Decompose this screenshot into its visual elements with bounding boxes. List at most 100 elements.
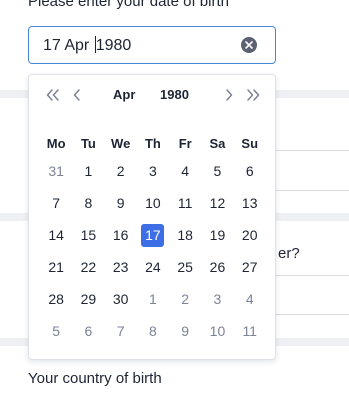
prev-month-button[interactable] [69, 87, 85, 103]
calendar-day-outside-month[interactable]: 31 [40, 155, 72, 187]
calendar-day-number: 26 [209, 259, 226, 275]
calendar-day-number: 28 [48, 291, 64, 307]
calendar-day-number: 21 [48, 259, 64, 275]
calendar-day[interactable]: 7 [40, 187, 72, 219]
obscured-question-text: er? [278, 245, 300, 262]
calendar-day-outside-month[interactable]: 10 [201, 315, 233, 347]
calendar-day-outside-month[interactable]: 7 [105, 315, 137, 347]
calendar-day[interactable]: 20 [234, 219, 266, 251]
calendar-day-number: 30 [112, 291, 129, 307]
calendar-day[interactable]: 4 [169, 155, 201, 187]
calendar-day-number: 25 [177, 259, 193, 275]
clear-input-button[interactable] [241, 37, 257, 53]
calendar-day-number: 1 [84, 163, 93, 179]
calendar-day-number: 11 [242, 323, 257, 339]
calendar-day-number: 12 [209, 195, 226, 211]
calendar-day-outside-month[interactable]: 3 [201, 283, 233, 315]
calendar-day[interactable]: 2 [105, 155, 137, 187]
calendar-day[interactable]: 1 [72, 155, 104, 187]
calendar-day[interactable]: 12 [201, 187, 233, 219]
close-icon [245, 41, 253, 49]
dob-input-value[interactable]: 17 Apr 1980 [43, 36, 131, 55]
calendar-day[interactable]: 27 [234, 251, 266, 283]
calendar-day[interactable]: 15 [72, 219, 104, 251]
weekday-label: Fr [178, 136, 192, 151]
calendar-week-row: 7 8 9 10 11 12 13 [40, 187, 266, 219]
double-chevron-left-icon [46, 89, 59, 101]
calendar-day[interactable]: 24 [137, 251, 169, 283]
calendar-day[interactable]: 18 [169, 219, 201, 251]
weekday-label: Su [241, 136, 259, 151]
calendar-day-number: 16 [112, 227, 129, 243]
calendar-header: Apr 1980 [29, 75, 275, 115]
month-selector[interactable]: Apr [113, 87, 135, 102]
weekday-header-row: Mo Tu We Th Fr Sa Su [40, 133, 266, 155]
calendar-week-row: 31 1 2 3 4 5 6 [40, 155, 266, 187]
calendar-day-number: 29 [80, 291, 97, 307]
calendar-day[interactable]: 29 [72, 283, 104, 315]
dob-input[interactable]: 17 Apr 1980 [28, 26, 276, 64]
calendar-day[interactable]: 21 [40, 251, 72, 283]
calendar-day[interactable]: 5 [201, 155, 233, 187]
calendar-day-number: 27 [241, 259, 258, 275]
dob-label: Please enter your date of birth [28, 0, 229, 10]
calendar-day[interactable]: 25 [169, 251, 201, 283]
calendar-week-row: 14 15 16 17 18 19 20 [40, 219, 266, 251]
year-selector[interactable]: 1980 [160, 87, 189, 102]
calendar-day[interactable]: 6 [234, 155, 266, 187]
calendar-day[interactable]: 3 [137, 155, 169, 187]
calendar-day-number: 3 [149, 163, 157, 179]
calendar-day-number: 6 [84, 323, 93, 339]
field-underline [276, 275, 349, 276]
calendar-day-outside-month[interactable]: 5 [40, 315, 72, 347]
calendar-day-outside-month[interactable]: 2 [169, 283, 201, 315]
calendar-day-outside-month[interactable]: 8 [137, 315, 169, 347]
calendar-day[interactable]: 14 [40, 219, 72, 251]
calendar-day-outside-month[interactable]: 9 [169, 315, 201, 347]
calendar-day-number: 3 [213, 291, 222, 307]
calendar-day-number: 22 [80, 259, 97, 275]
calendar-week-row: 28 29 30 1 2 3 4 [40, 283, 266, 315]
calendar-day[interactable]: 19 [201, 219, 233, 251]
calendar-day[interactable]: 30 [105, 283, 137, 315]
calendar-day[interactable]: 28 [40, 283, 72, 315]
field-underline [276, 190, 349, 191]
calendar-day[interactable]: 8 [72, 187, 104, 219]
calendar-day[interactable]: 13 [234, 187, 266, 219]
calendar-day-number: 13 [241, 195, 258, 211]
next-month-button[interactable] [221, 87, 237, 103]
calendar-day-outside-month[interactable]: 1 [137, 283, 169, 315]
calendar-day-outside-month[interactable]: 4 [234, 283, 266, 315]
calendar-day-number: 2 [116, 163, 125, 179]
chevron-right-icon [226, 89, 233, 101]
calendar-day-number: 5 [213, 163, 222, 179]
weekday-label: Tu [80, 136, 96, 151]
calendar-day-number: 10 [145, 195, 161, 211]
field-underline [276, 150, 349, 151]
calendar-day[interactable]: 11 [169, 187, 201, 219]
calendar-day-number: 10 [209, 323, 226, 339]
calendar-day[interactable]: 22 [72, 251, 104, 283]
calendar-day-number: 19 [209, 227, 226, 243]
calendar-day-number: 4 [245, 291, 254, 307]
calendar-day-number: 17 [141, 223, 165, 247]
weekday-label: Th [144, 136, 161, 151]
calendar-day-outside-month[interactable]: 11 [234, 315, 266, 347]
calendar-day-number: 5 [52, 323, 61, 339]
prev-year-button[interactable] [45, 87, 61, 103]
calendar-day-number: 7 [116, 323, 125, 339]
calendar-day-number: 15 [80, 227, 97, 243]
calendar-day-selected[interactable]: 17 [137, 219, 169, 251]
calendar-day-number: 23 [112, 259, 129, 275]
weekday-label: Sa [209, 136, 226, 151]
calendar-day[interactable]: 16 [105, 219, 137, 251]
calendar-day-number: 1 [149, 291, 157, 307]
calendar-day[interactable]: 26 [201, 251, 233, 283]
weekday-label: Mo [46, 136, 66, 151]
calendar-day[interactable]: 9 [105, 187, 137, 219]
calendar-day[interactable]: 10 [137, 187, 169, 219]
calendar-day-number: 11 [177, 195, 193, 211]
calendar-day[interactable]: 23 [105, 251, 137, 283]
calendar-day-outside-month[interactable]: 6 [72, 315, 104, 347]
next-year-button[interactable] [245, 87, 261, 103]
